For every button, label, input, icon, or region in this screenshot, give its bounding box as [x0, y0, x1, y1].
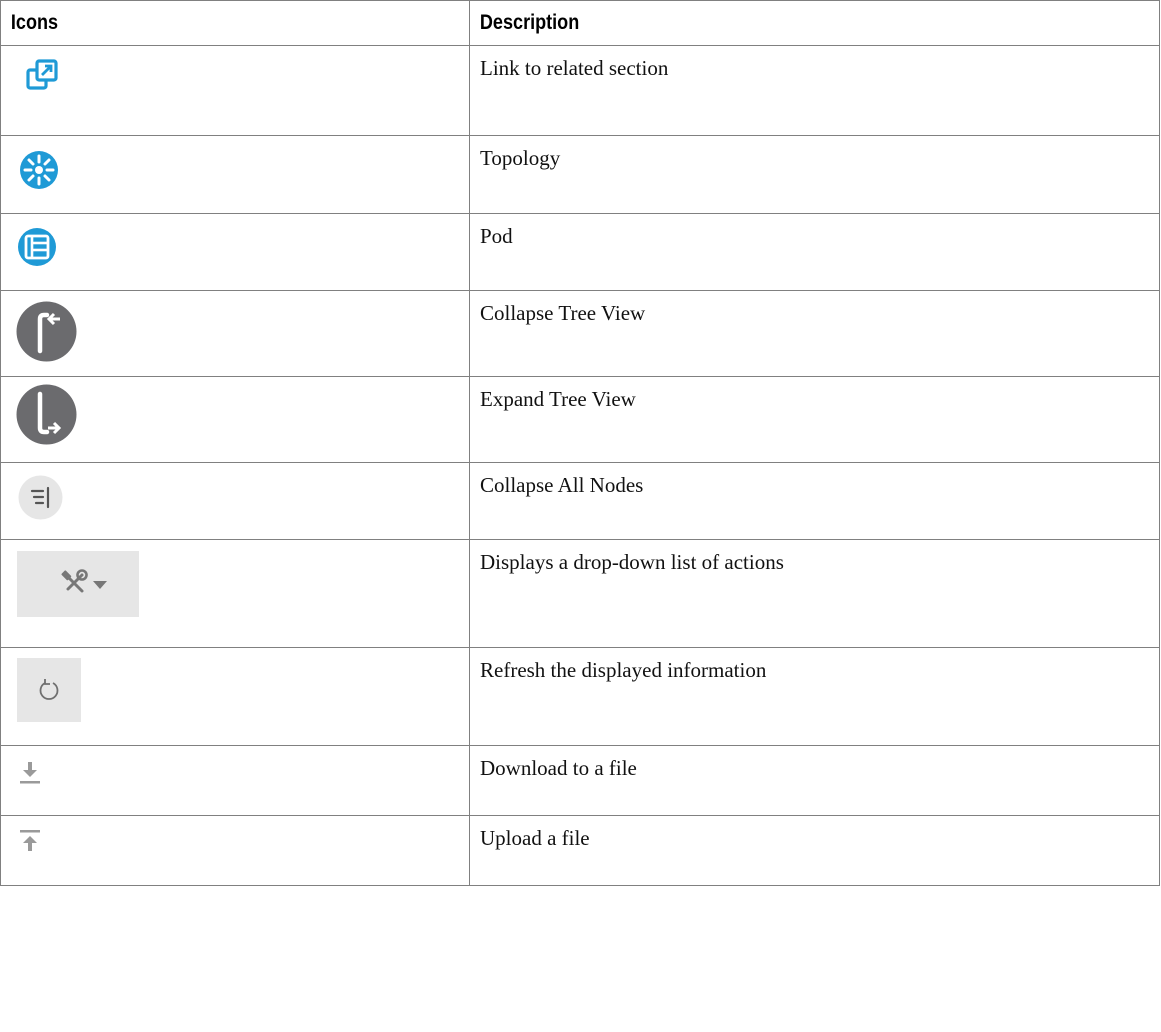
header-description: Description: [469, 0, 1064, 46]
table-row: Collapse All Nodes: [0, 462, 1160, 540]
icons-table: Icons Description Link to related sectio…: [0, 0, 1160, 886]
collapse-tree-view-icon[interactable]: [16, 301, 77, 362]
collapse-all-nodes-icon[interactable]: [18, 475, 63, 520]
table-row: Pod: [0, 213, 1160, 291]
tools-icon: [61, 569, 88, 593]
chevron-down-icon: [93, 581, 107, 589]
table-row: Upload a file: [0, 815, 1160, 886]
header-icons: Icons: [0, 0, 405, 46]
pod-icon[interactable]: [17, 227, 57, 267]
table-row: Topology: [0, 135, 1160, 214]
refresh-icon: [39, 679, 59, 700]
row-description: Topology: [469, 135, 1160, 214]
row-description: Link to related section: [469, 45, 1160, 136]
table-row: Collapse Tree View: [0, 290, 1160, 377]
table-row: Link to related section: [0, 45, 1160, 136]
row-description: Upload a file: [469, 815, 1160, 886]
row-description: Expand Tree View: [469, 376, 1160, 463]
upload-icon[interactable]: [19, 829, 41, 853]
download-icon[interactable]: [19, 761, 41, 785]
row-description: Collapse Tree View: [469, 290, 1160, 377]
table-row: Refresh the displayed information: [0, 647, 1160, 746]
row-description: Displays a drop-down list of actions: [469, 539, 1160, 648]
row-description: Collapse All Nodes: [469, 462, 1160, 540]
topology-icon[interactable]: [19, 150, 59, 190]
actions-dropdown-button[interactable]: [17, 551, 139, 617]
row-description: Download to a file: [469, 745, 1160, 816]
table-header-row: Icons Description: [0, 0, 1160, 46]
row-description: Refresh the displayed information: [469, 647, 1160, 746]
link-to-related-section-icon[interactable]: [25, 58, 59, 92]
table-row: Expand Tree View: [0, 376, 1160, 463]
refresh-button[interactable]: [17, 658, 81, 722]
table-row: Displays a drop-down list of actions: [0, 539, 1160, 648]
row-description: Pod: [469, 213, 1160, 291]
table-row: Download to a file: [0, 745, 1160, 816]
expand-tree-view-icon[interactable]: [16, 384, 77, 445]
